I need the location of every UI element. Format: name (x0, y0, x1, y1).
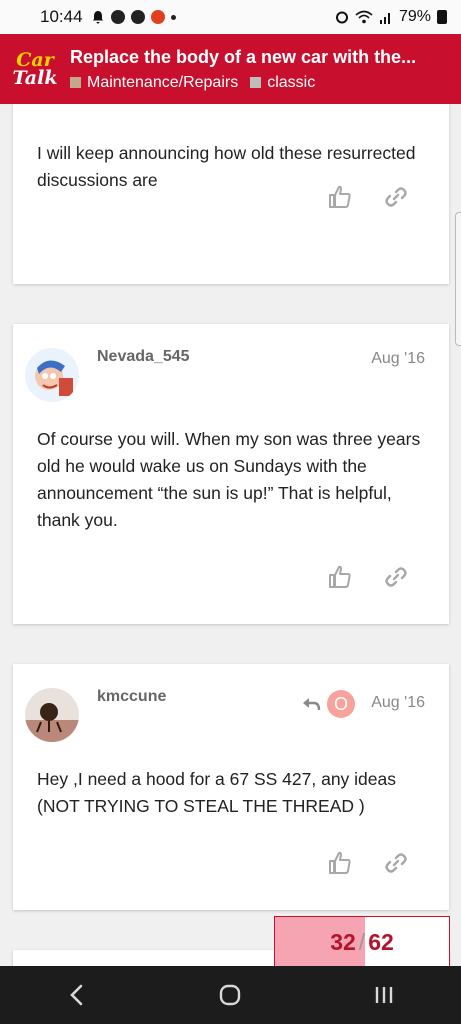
home-icon (220, 984, 241, 1006)
battery-percent: 79% (398, 8, 431, 25)
link-icon[interactable] (383, 184, 409, 210)
progress-separator: / (358, 928, 366, 955)
post-date[interactable]: Aug '16 (371, 694, 425, 712)
status-bar: 10:44 79% (0, 0, 461, 34)
app-notification-icon (130, 10, 145, 24)
scrollbar[interactable] (455, 212, 461, 346)
category-label: Maintenance/Repairs (87, 73, 239, 91)
category-badge[interactable]: Maintenance/Repairs (70, 74, 238, 92)
recents-icon (375, 987, 393, 1003)
site-logo[interactable]: Car Talk (0, 34, 70, 104)
link-icon[interactable] (383, 564, 409, 590)
topic-title[interactable]: Replace the body of a new car with the..… (70, 47, 451, 68)
tag-color-swatch (250, 77, 262, 88)
like-icon[interactable] (327, 184, 353, 210)
system-navigation-bar (0, 966, 461, 1024)
category-color-swatch (70, 77, 81, 88)
post-body: Hey ,I need a hood for a 67 SS 427, any … (37, 769, 396, 816)
reply-avatar: O (327, 690, 355, 718)
home-button[interactable] (210, 975, 250, 1015)
battery-icon (437, 10, 447, 24)
reply-arrow-icon (303, 698, 321, 711)
post-card: Nevada_545 Aug '16 Of course you will. W… (13, 324, 449, 624)
avatar[interactable] (25, 348, 79, 402)
notification-icons (91, 10, 176, 24)
like-icon[interactable] (327, 850, 353, 876)
notification-bell-icon (92, 11, 103, 24)
progress-current: 32 (330, 928, 356, 955)
post-card: I will keep announcing how old these res… (13, 104, 449, 284)
link-icon[interactable] (383, 850, 409, 876)
reply-to-indicator[interactable]: O (301, 690, 355, 718)
alarm-icon (335, 11, 348, 24)
post-body: Of course you will. When my son was thre… (37, 429, 421, 530)
wifi-icon (355, 10, 373, 24)
post-username[interactable]: kmccune (97, 688, 166, 706)
more-notifications-icon (170, 14, 176, 20)
post-date[interactable]: Aug '16 (371, 350, 425, 368)
topic-header: Car Talk Replace the body of a new car w… (0, 34, 461, 104)
system-status: 79% (335, 8, 447, 26)
post-stream: I will keep announcing how old these res… (0, 104, 461, 966)
recents-button[interactable] (364, 975, 404, 1015)
back-button[interactable] (57, 975, 97, 1015)
logo-word-talk: Talk (12, 67, 58, 89)
topic-progress[interactable]: 32 / 62 (274, 916, 450, 968)
app-notification-icon (110, 10, 125, 24)
avatar[interactable] (25, 688, 79, 742)
status-time: 10:44 (40, 7, 83, 26)
tag-label: classic (267, 73, 316, 91)
like-icon[interactable] (327, 564, 353, 590)
progress-total: 62 (368, 928, 394, 955)
post-username[interactable]: Nevada_545 (97, 348, 190, 366)
back-icon (69, 984, 83, 1006)
topic-categories: Maintenance/Repairs classic (70, 74, 451, 92)
signal-icon (379, 13, 390, 24)
post-card: kmccune O Aug '16 Hey ,I need a hood for… (13, 664, 449, 910)
youtube-notification-icon (150, 10, 165, 24)
tag-badge[interactable]: classic (250, 74, 315, 92)
